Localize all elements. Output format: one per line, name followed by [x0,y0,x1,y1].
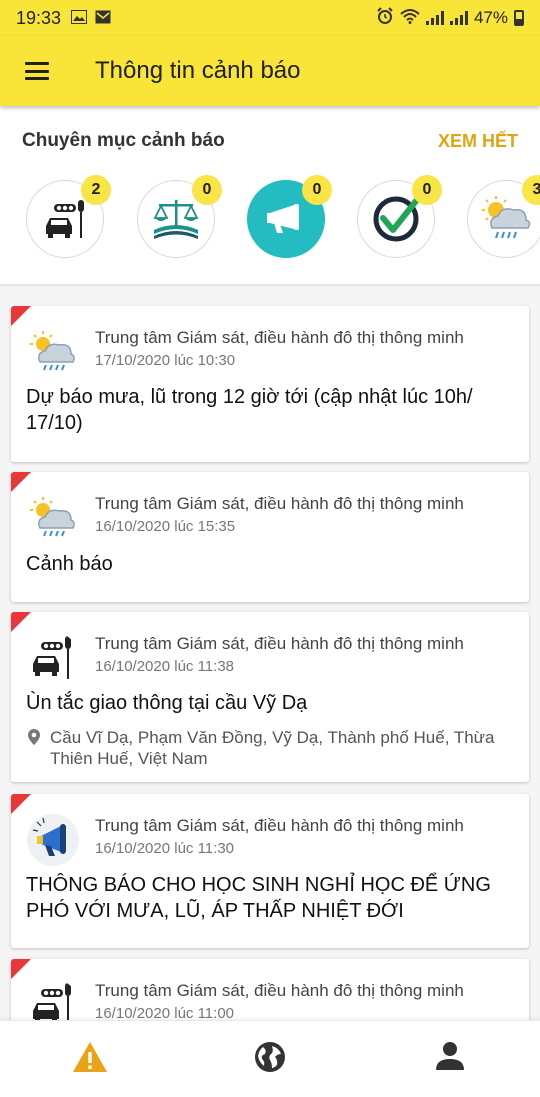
nav-alerts[interactable] [70,1041,110,1081]
traffic-icon [27,632,79,684]
weather-icon [27,326,79,378]
see-all-button[interactable]: XEM HẾT [438,131,518,152]
alert-card[interactable]: Trung tâm Giám sát, điều hành đô thị thô… [11,306,529,462]
alert-card[interactable]: Trung tâm Giám sát, điều hành đô thị thô… [11,612,529,782]
alert-time: 16/10/2020 lúc 11:38 [95,658,235,675]
category-traffic[interactable]: 2 [26,175,111,258]
unread-marker [11,306,31,326]
alert-source: Trung tâm Giám sát, điều hành đô thị thô… [95,981,464,1000]
battery-percent: 47% [473,8,508,27]
category-weather[interactable]: 3 [467,175,540,258]
warning-icon [70,1041,110,1073]
alert-source: Trung tâm Giám sát, điều hành đô thị thô… [95,494,464,513]
alert-feed[interactable]: Trung tâm Giám sát, điều hành đô thị thô… [0,286,540,1020]
category-count-badge: 0 [192,175,222,205]
globe-icon [250,1041,290,1073]
nav-map[interactable] [250,1041,290,1081]
signal-icon [425,11,444,25]
signal-icon-2 [449,11,468,25]
category-law[interactable]: 0 [137,175,222,258]
image-notification-icon [71,8,88,29]
unread-marker [11,472,31,492]
alert-time: 16/10/2020 lúc 11:30 [95,840,235,857]
page-title: Thông tin cảnh báo [95,57,301,84]
nav-profile[interactable] [430,1041,470,1081]
menu-icon[interactable] [25,62,49,80]
category-count-badge: 2 [81,175,111,205]
alert-card[interactable]: Trung tâm Giám sát, điều hành đô thị thô… [11,472,529,602]
alert-title: Ùn tắc giao thông tại cầu Vỹ Dạ [26,692,308,714]
alert-time: 16/10/2020 lúc 15:35 [95,518,236,535]
wifi-icon [400,8,420,29]
alert-title: Dự báo mưa, lũ trong 12 giờ tới (cập nhậ… [26,386,473,434]
battery-icon [514,10,524,26]
status-time: 19:33 [16,7,62,28]
category-count-badge: 0 [302,175,332,205]
alert-location-text: Cầu Vĩ Dạ, Phạm Văn Đồng, Vỹ Dạ, Thành p… [50,728,495,768]
alert-location: Cầu Vĩ Dạ, Phạm Văn Đồng, Vỹ Dạ, Thành p… [26,727,511,769]
category-list: 2 0 0 0 3 [0,170,540,270]
alert-time: 17/10/2020 lúc 10:30 [95,352,236,369]
location-pin-icon [28,729,40,750]
alert-source: Trung tâm Giám sát, điều hành đô thị thô… [95,816,464,835]
unread-marker [11,612,31,632]
category-announcement[interactable]: 0 [247,175,332,258]
alert-card[interactable]: Trung tâm Giám sát, điều hành đô thị thô… [11,794,529,948]
person-icon [430,1041,470,1071]
bottom-navigation [0,1020,540,1097]
unread-marker [11,959,31,979]
alert-title: THÔNG BÁO CHO HỌC SINH NGHỈ HỌC ĐỂ ỨNG P… [26,874,491,922]
alert-title: Cảnh báo [26,553,113,575]
category-heading: Chuyên mục cảnh báo [22,130,225,151]
category-header: Chuyên mục cảnh báo XEM HẾT [0,125,540,157]
megaphone-icon [27,814,79,866]
unread-marker [11,794,31,814]
alert-card[interactable]: Trung tâm Giám sát, điều hành đô thị thô… [11,959,529,1020]
alert-time: 16/10/2020 lúc 11:00 [95,1005,235,1020]
traffic-icon [27,979,79,1020]
mail-notification-icon [95,8,111,29]
alert-source: Trung tâm Giám sát, điều hành đô thị thô… [95,328,464,347]
category-check[interactable]: 0 [357,175,442,258]
alarm-icon [376,6,394,30]
app-bar: Thông tin cảnh báo [0,36,540,106]
status-bar: 19:33 47% [0,0,540,36]
weather-icon [27,492,79,544]
alert-source: Trung tâm Giám sát, điều hành đô thị thô… [95,634,464,653]
category-count-badge: 0 [412,175,442,205]
